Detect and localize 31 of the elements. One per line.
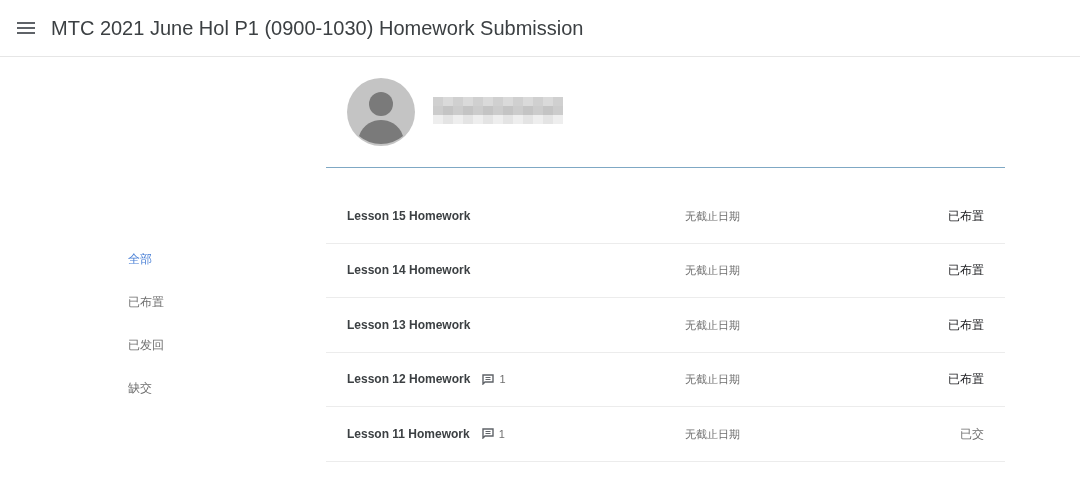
due-date: 无截止日期 — [685, 208, 740, 224]
assignment-title: Lesson 12 Homework — [347, 371, 471, 389]
comment-icon — [482, 373, 495, 385]
filter-link[interactable]: 缺交 — [128, 378, 326, 399]
class-title: MTC 2021 June Hol P1 (0900-1030) Homework Submission — [51, 16, 584, 41]
assignment-row[interactable]: Lesson 13 Homework 无截止日期 已布置 — [326, 298, 1005, 353]
assignment-status: 已交 — [960, 425, 984, 443]
due-date: 无截止日期 — [685, 263, 740, 278]
menu-icon — [17, 22, 35, 34]
avatar-icon — [347, 78, 415, 146]
comment-icon — [481, 428, 494, 440]
assignment-status: 已布置 — [948, 207, 984, 225]
assignment-row[interactable]: Lesson 15 Homework 无截止日期 已布置 — [326, 189, 1005, 244]
assignment-title: Lesson 14 Homework — [347, 262, 471, 280]
assignment-row[interactable]: Lesson 11 Homework 1 无截止日期 已交 — [326, 407, 1005, 462]
filter-link[interactable]: 已发回 — [128, 335, 326, 356]
assignment-row[interactable]: Lesson 14 Homework 无截止日期 已布置 — [326, 243, 1005, 298]
assignment-status: 已布置 — [948, 371, 984, 389]
comment-count: 1 — [499, 372, 506, 387]
assignment-title: Lesson 15 Homework — [347, 207, 471, 225]
comment-count: 1 — [498, 426, 505, 442]
filter-link[interactable]: 全部 — [128, 249, 326, 270]
due-date: 无截止日期 — [685, 426, 740, 442]
assignment-row[interactable]: Lesson 12 Homework 1 无截止日期 已布置 — [326, 352, 1005, 407]
assignment-title: Lesson 13 Homework — [347, 316, 471, 334]
assignment-status: 已布置 — [948, 316, 984, 334]
due-date: 无截止日期 — [685, 317, 740, 333]
assignment-status: 已布置 — [948, 262, 984, 280]
due-date: 无截止日期 — [685, 372, 740, 387]
filter-link[interactable]: 已布置 — [128, 292, 326, 313]
assignment-title: Lesson 11 Homework — [347, 425, 470, 443]
